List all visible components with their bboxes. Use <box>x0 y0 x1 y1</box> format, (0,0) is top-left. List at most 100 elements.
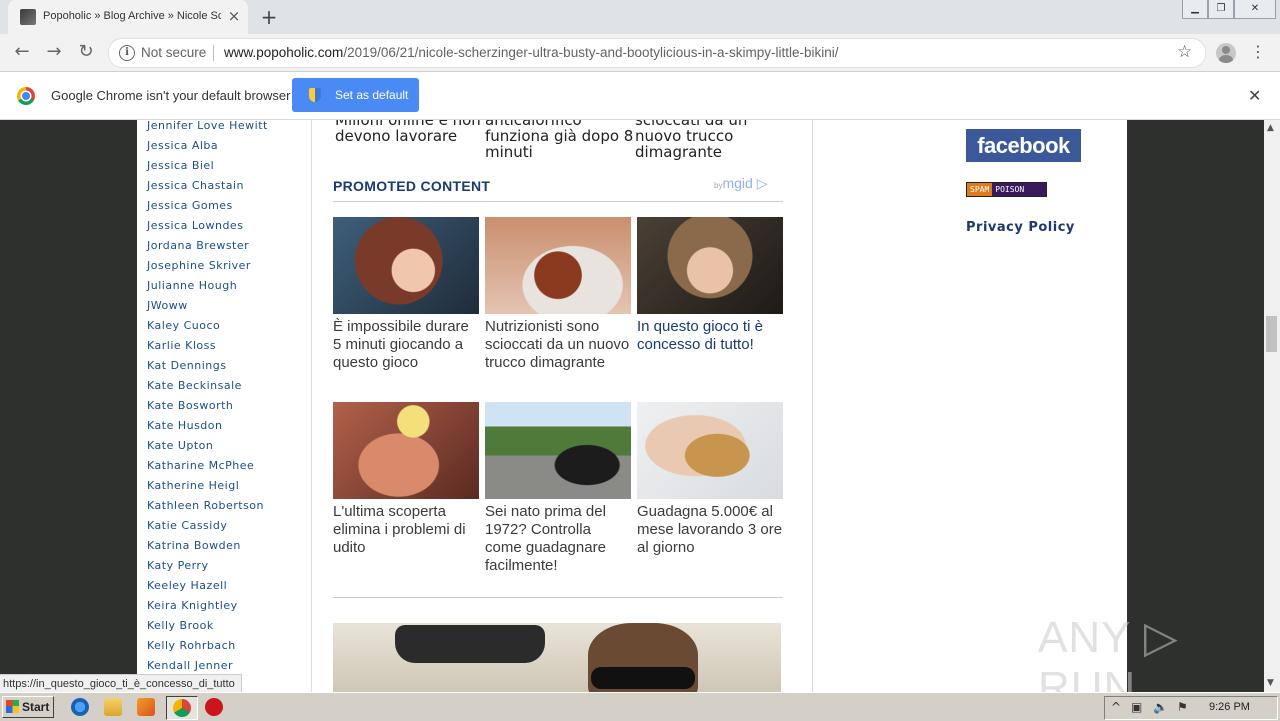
celebrity-link[interactable]: Kaley Cuoco <box>147 319 268 339</box>
promo-card[interactable]: Nutrizionisti sono scioccati da un nuovo… <box>485 217 631 372</box>
celebrity-link[interactable]: Kelly Rohrbach <box>147 639 268 659</box>
celebrity-link[interactable]: Jessica Gomes <box>147 199 268 219</box>
bookmark-star-icon[interactable]: ☆ <box>1177 42 1192 62</box>
photo-detail <box>591 667 695 689</box>
windows-taskbar: Start ^ ▣ 🔈 ⚑ 9:26 PM <box>0 692 1280 721</box>
tab-close-icon[interactable]: × <box>226 8 242 24</box>
internet-explorer-icon[interactable] <box>71 698 89 716</box>
promo-title[interactable]: Sei nato prima del 1972? Controlla come … <box>485 503 631 575</box>
promo-title[interactable]: Guadagna 5.000€ al mese lavorando 3 ore … <box>637 503 783 557</box>
promo-card[interactable]: In questo gioco ti è concesso di tutto! <box>637 217 783 354</box>
promo-card[interactable]: L'ultima scoperta elimina i problemi di … <box>333 402 479 557</box>
back-button[interactable]: ← <box>10 40 34 64</box>
celebrity-link[interactable]: Katrina Bowden <box>147 539 268 559</box>
scroll-thumb[interactable] <box>1266 316 1277 352</box>
network-icon[interactable]: ▣ <box>1131 700 1142 714</box>
celebrity-link[interactable]: Jordana Brewster <box>147 239 268 259</box>
promo-title[interactable]: È impossibile durare 5 minuti giocando a… <box>333 318 479 372</box>
browser-tab[interactable]: Popoholic » Blog Archive » Nicole Scherz… <box>8 0 248 34</box>
celebrity-link[interactable]: Jessica Biel <box>147 159 268 179</box>
celebrity-link[interactable]: Jessica Alba <box>147 139 268 159</box>
celebrity-link[interactable]: Keira Knightley <box>147 599 268 619</box>
omnibox-divider <box>213 45 214 61</box>
promo-title[interactable]: Nutrizionisti sono scioccati da un nuovo… <box>485 318 631 372</box>
celebrity-link[interactable]: Katie Cassidy <box>147 519 268 539</box>
celebrity-link[interactable]: Kate Husdon <box>147 419 268 439</box>
promo-card[interactable]: È impossibile durare 5 minuti giocando a… <box>333 217 479 372</box>
start-button[interactable]: Start <box>2 696 54 718</box>
celebrity-link[interactable]: Kat Dennings <box>147 359 268 379</box>
celebrity-link[interactable]: Kathleen Robertson <box>147 499 268 519</box>
promo-card[interactable]: Sei nato prima del 1972? Controlla come … <box>485 402 631 575</box>
url-host: www.popoholic.com <box>224 45 344 60</box>
celebrity-link[interactable]: Keeley Hazell <box>147 579 268 599</box>
reload-button[interactable]: ↻ <box>74 40 98 64</box>
stop-process-icon[interactable] <box>205 698 223 716</box>
facebook-badge[interactable]: facebook <box>966 129 1081 162</box>
celebrity-list: Jennifer Love Hewitt Jessica Alba Jessica … <box>147 120 268 679</box>
celebrity-link[interactable]: Jessica Lowndes <box>147 219 268 239</box>
action-flag-icon[interactable]: ⚑ <box>1177 700 1188 714</box>
page-content: Jennifer Love Hewitt Jessica Alba Jessica … <box>137 120 1127 692</box>
set-as-default-button[interactable]: Set as default <box>292 78 419 112</box>
article-fragment[interactable]: scioccati da un nuovo trucco dimagrante <box>635 120 785 160</box>
page-scrollbar[interactable]: ▲ ▼ <box>1264 120 1280 692</box>
info-icon[interactable]: i <box>119 45 135 61</box>
privacy-policy-link[interactable]: Privacy Policy <box>966 220 1075 235</box>
close-window-button[interactable]: ✕ <box>1234 0 1276 19</box>
promo-card[interactable]: Guadagna 5.000€ al mese lavorando 3 ore … <box>637 402 783 557</box>
celebrity-link[interactable]: Katharine McPhee <box>147 459 268 479</box>
scroll-down-icon[interactable]: ▼ <box>1267 678 1274 688</box>
page-viewport: Jennifer Love Hewitt Jessica Alba Jessica … <box>0 120 1264 692</box>
celebrity-link[interactable]: Katy Perry <box>147 559 268 579</box>
celebrity-link[interactable]: Kate Beckinsale <box>147 379 268 399</box>
article-photo[interactable] <box>333 623 781 692</box>
celebrity-link[interactable]: Kate Bosworth <box>147 399 268 419</box>
url-text[interactable]: www.popoholic.com/2019/06/21/nicole-sche… <box>224 45 839 60</box>
set-as-default-label: Set as default <box>335 88 409 102</box>
address-bar[interactable]: i Not secure www.popoholic.com/2019/06/2… <box>108 38 1206 68</box>
celebrity-link[interactable]: Josephine Skriver <box>147 259 268 279</box>
chrome-menu-icon[interactable]: ⋮ <box>1250 42 1266 61</box>
celebrity-sidebar: Jennifer Love Hewitt Jessica Alba Jessica … <box>137 120 312 692</box>
celebrity-link[interactable]: Jennifer Love Hewitt <box>147 120 268 139</box>
celebrity-link[interactable]: Kelly Brook <box>147 619 268 639</box>
infobar-close-icon[interactable]: ✕ <box>1248 86 1261 105</box>
scroll-up-icon[interactable]: ▲ <box>1267 123 1274 133</box>
celebrity-link[interactable]: Kate Upton <box>147 439 268 459</box>
windows-flag-icon <box>6 700 19 713</box>
restore-button[interactable]: ❐ <box>1208 0 1234 19</box>
promo-image[interactable] <box>333 217 479 314</box>
celebrity-link[interactable]: Jessica Chastain <box>147 179 268 199</box>
minimize-button[interactable]: ▁ <box>1182 0 1208 19</box>
volume-icon[interactable]: 🔈 <box>1153 700 1168 714</box>
promo-image[interactable] <box>333 402 479 499</box>
divider <box>333 597 783 598</box>
chrome-taskbar-button[interactable] <box>166 696 198 720</box>
folder-icon[interactable] <box>104 698 122 716</box>
promo-title[interactable]: L'ultima scoperta elimina i problemi di … <box>333 503 479 557</box>
infobar-message: Google Chrome isn't your default browser <box>51 88 291 103</box>
new-tab-button[interactable]: + <box>258 6 280 28</box>
promo-image[interactable] <box>485 402 631 499</box>
promo-image[interactable] <box>485 217 631 314</box>
uac-shield-icon <box>309 88 321 102</box>
promo-title[interactable]: In questo gioco ti è concesso di tutto! <box>637 318 783 354</box>
mgid-logo[interactable]: bymgid ▷ <box>714 175 767 192</box>
spam-poison-badge[interactable]: SPAM POISON <box>966 182 1047 197</box>
media-player-icon[interactable] <box>137 698 155 716</box>
celebrity-link[interactable]: Katherine Heigl <box>147 479 268 499</box>
promo-image[interactable] <box>637 402 783 499</box>
promo-image[interactable] <box>637 217 783 314</box>
article-fragment[interactable]: anticalorifico funziona già dopo 8 minut… <box>485 120 635 160</box>
article-fragment[interactable]: Milioni online e non devono lavorare <box>335 120 485 144</box>
profile-avatar-icon[interactable] <box>1216 43 1236 63</box>
forward-button[interactable]: → <box>42 40 66 64</box>
celebrity-link[interactable]: Karlie Kloss <box>147 339 268 359</box>
celebrity-link[interactable]: JWoww <box>147 299 268 319</box>
tray-expand-icon[interactable]: ^ <box>1111 700 1121 714</box>
celebrity-link[interactable]: Julianne Hough <box>147 279 268 299</box>
browser-titlebar: Popoholic » Blog Archive » Nicole Scherz… <box>0 0 1280 34</box>
site-favicon-icon <box>20 9 36 25</box>
security-label[interactable]: Not secure <box>141 45 206 60</box>
